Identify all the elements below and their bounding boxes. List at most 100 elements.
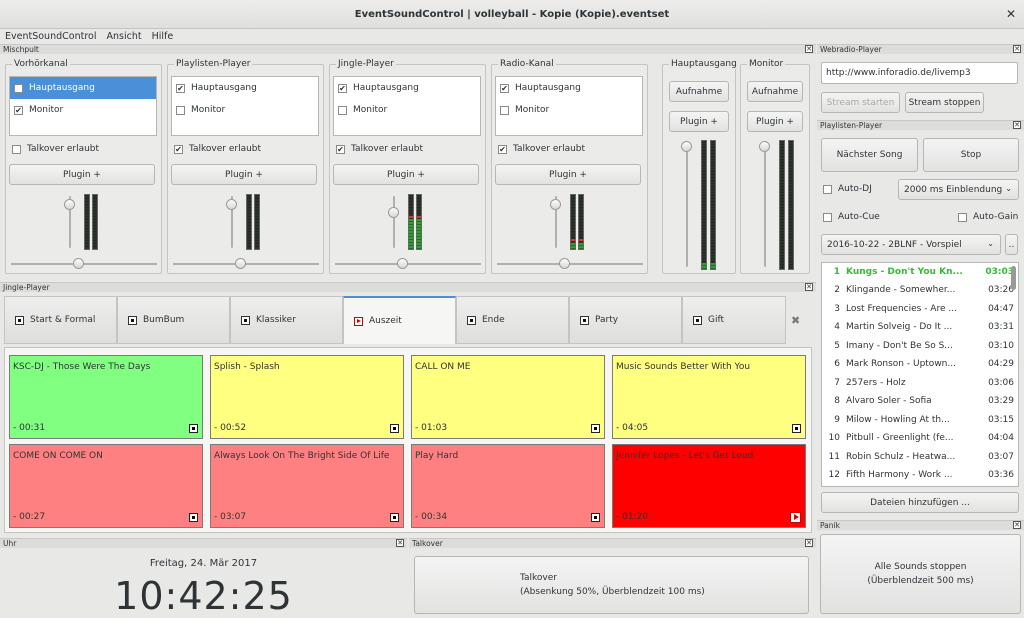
stop-icon[interactable] (390, 424, 399, 433)
plugin-button[interactable]: Plugin + (669, 111, 729, 132)
pan-slider[interactable] (11, 263, 157, 265)
playlist-song-row[interactable]: 11 Robin Schulz - Heatwa... 03:07 (822, 448, 1018, 467)
jingle-tab[interactable]: Party (569, 296, 682, 344)
talkover-checkbox[interactable]: ✔ Talkover erlaubt (336, 144, 423, 154)
volume-slider[interactable] (393, 196, 395, 248)
next-song-button[interactable]: Nächster Song (821, 138, 918, 172)
pan-slider-knob[interactable] (73, 258, 84, 269)
plugin-button[interactable]: Plugin + (171, 164, 317, 185)
playlist-song-row[interactable]: 5 Imany - Don't Be So S... 03:10 (822, 337, 1018, 356)
auto-dj-box[interactable] (823, 184, 832, 194)
auto-dj-checkbox[interactable]: Auto-DJ (823, 184, 872, 194)
output-checkbox[interactable]: ✔ (176, 83, 185, 93)
channel-output-list[interactable]: Hauptausgang ✔ Monitor (9, 76, 157, 136)
webradio-url-input[interactable]: http://www.inforadio.de/livemp3 (821, 62, 1018, 84)
playlist-select[interactable]: 2016-10-22 - 2BLNF - Vorspiel ⌄ (821, 234, 1001, 255)
plugin-button[interactable]: Plugin + (747, 111, 803, 132)
channel-output-list[interactable]: ✔ Hauptausgang Monitor (333, 76, 481, 136)
playlist-song-row[interactable]: 8 Alvaro Soler - Sofia 03:29 (822, 393, 1018, 412)
stop-icon[interactable] (390, 513, 399, 522)
jingle-tab[interactable]: Start & Formal (4, 296, 117, 344)
jingle-tab[interactable]: Auszeit (343, 296, 456, 344)
panik-close-icon[interactable]: ✕ (1013, 521, 1021, 529)
talkover-close-icon[interactable]: ✕ (805, 539, 813, 547)
talkover-button[interactable]: Talkover (Absenkung 50%, Überblendzeit 1… (414, 556, 809, 614)
output-checkbox[interactable]: ✔ (338, 83, 347, 93)
output-checkbox[interactable] (500, 105, 509, 115)
playlist-song-row[interactable]: 7 257ers - Holz 03:06 (822, 374, 1018, 393)
output-list-item[interactable]: Monitor (496, 99, 642, 121)
talkover-box[interactable]: ✔ (498, 144, 507, 154)
stop-icon[interactable] (591, 513, 600, 522)
menu-hilfe[interactable]: Hilfe (147, 29, 179, 44)
stop-icon[interactable] (792, 424, 801, 433)
volume-slider-knob[interactable] (226, 198, 237, 210)
pan-slider[interactable] (497, 263, 643, 265)
volume-slider-knob[interactable] (681, 141, 692, 152)
stream-start-button[interactable]: Stream starten (821, 92, 900, 113)
volume-slider[interactable] (686, 143, 688, 267)
jingle-tab[interactable]: Klassiker (230, 296, 343, 344)
jingle-button[interactable]: Play Hard - 00:34 (411, 444, 605, 528)
playlist-stop-button[interactable]: Stop (923, 138, 1019, 172)
jingle-button[interactable]: COME ON COME ON - 00:27 (9, 444, 203, 528)
playlist-song-row[interactable]: 9 Milow - Howling At th... 03:15 (822, 411, 1018, 430)
output-list-item[interactable]: Monitor (172, 99, 318, 121)
stop-icon[interactable] (591, 424, 600, 433)
output-checkbox[interactable]: ✔ (14, 105, 23, 115)
uhr-close-icon[interactable]: ✕ (396, 539, 404, 547)
output-checkbox[interactable]: ✔ (500, 83, 509, 93)
mischpult-close-icon[interactable]: ✕ (805, 45, 813, 53)
output-checkbox[interactable] (338, 105, 347, 115)
window-close-icon[interactable]: ✕ (1006, 0, 1016, 29)
stream-stop-button[interactable]: Stream stoppen (905, 92, 984, 113)
output-list-item[interactable]: ✔ Monitor (10, 99, 156, 121)
plugin-button[interactable]: Plugin + (333, 164, 479, 185)
webradio-close-icon[interactable]: ✕ (1013, 45, 1021, 53)
volume-slider-knob[interactable] (64, 198, 75, 210)
record-button[interactable]: Aufnahme (747, 81, 803, 102)
output-checkbox[interactable] (14, 83, 23, 93)
menu-ansicht[interactable]: Ansicht (101, 29, 146, 44)
playlist-song-row[interactable]: 4 Martin Solveig - Do It ... 03:31 (822, 319, 1018, 338)
jingle-button[interactable]: KSC-DJ - Those Were The Days - 00:31 (9, 355, 203, 439)
jingle-tab[interactable]: Gift (682, 296, 786, 344)
jingle-button[interactable]: Splish - Splash - 00:52 (210, 355, 404, 439)
output-list-item[interactable]: Monitor (334, 99, 480, 121)
menu-eventsoundcontrol[interactable]: EventSoundControl (0, 29, 101, 44)
jingle-close-icon[interactable]: ✕ (805, 283, 813, 291)
talkover-checkbox[interactable]: ✔ Talkover erlaubt (174, 144, 261, 154)
jingle-tab[interactable]: Ende (456, 296, 569, 344)
auto-cue-checkbox[interactable]: Auto-Cue (823, 212, 880, 222)
jingle-button[interactable]: Music Sounds Better With You - 04:05 (612, 355, 806, 439)
auto-gain-box[interactable] (958, 212, 967, 222)
song-list-scrollbar[interactable] (1011, 266, 1016, 290)
volume-slider-knob[interactable] (388, 206, 399, 218)
output-list-item[interactable]: ✔ Hauptausgang (334, 77, 480, 99)
jingle-button[interactable]: Always Look On The Bright Side Of Life - … (210, 444, 404, 528)
record-button[interactable]: Aufnahme (669, 81, 729, 102)
crossfade-select[interactable]: 2000 ms Einblendung ⌄ (898, 179, 1019, 200)
jingle-button[interactable]: CALL ON ME - 01:03 (411, 355, 605, 439)
playlist-song-row[interactable]: 6 Mark Ronson - Uptown... 04:29 (822, 356, 1018, 375)
pan-slider-knob[interactable] (235, 258, 246, 269)
add-files-button[interactable]: Dateien hinzufügen ... (821, 492, 1019, 513)
playlist-song-row[interactable]: 12 Fifth Harmony - Work ... 03:36 (822, 467, 1018, 486)
song-list[interactable]: 1 Kungs - Don't You Kn... 03:03 2 Klingande … (821, 262, 1019, 487)
playlist-close-icon[interactable]: ✕ (1013, 121, 1021, 129)
playlist-song-row[interactable]: 10 Pitbull - Greenlight (fe... 04:04 (822, 430, 1018, 449)
talkover-checkbox[interactable]: Talkover erlaubt (12, 144, 99, 154)
output-list-item[interactable]: ✔ Hauptausgang (496, 77, 642, 99)
pan-slider-knob[interactable] (559, 258, 570, 269)
playlist-song-row[interactable]: 2 Klingande - Somewher... 03:26 (822, 282, 1018, 301)
plugin-button[interactable]: Plugin + (495, 164, 641, 185)
volume-slider[interactable] (764, 143, 766, 267)
stop-icon[interactable] (189, 513, 198, 522)
plugin-button[interactable]: Plugin + (9, 164, 155, 185)
output-list-item[interactable]: Hauptausgang (10, 77, 156, 99)
volume-slider-knob[interactable] (759, 141, 770, 152)
talkover-box[interactable]: ✔ (174, 144, 183, 154)
talkover-checkbox[interactable]: ✔ Talkover erlaubt (498, 144, 585, 154)
talkover-box[interactable]: ✔ (336, 144, 345, 154)
pan-slider-knob[interactable] (397, 258, 408, 269)
